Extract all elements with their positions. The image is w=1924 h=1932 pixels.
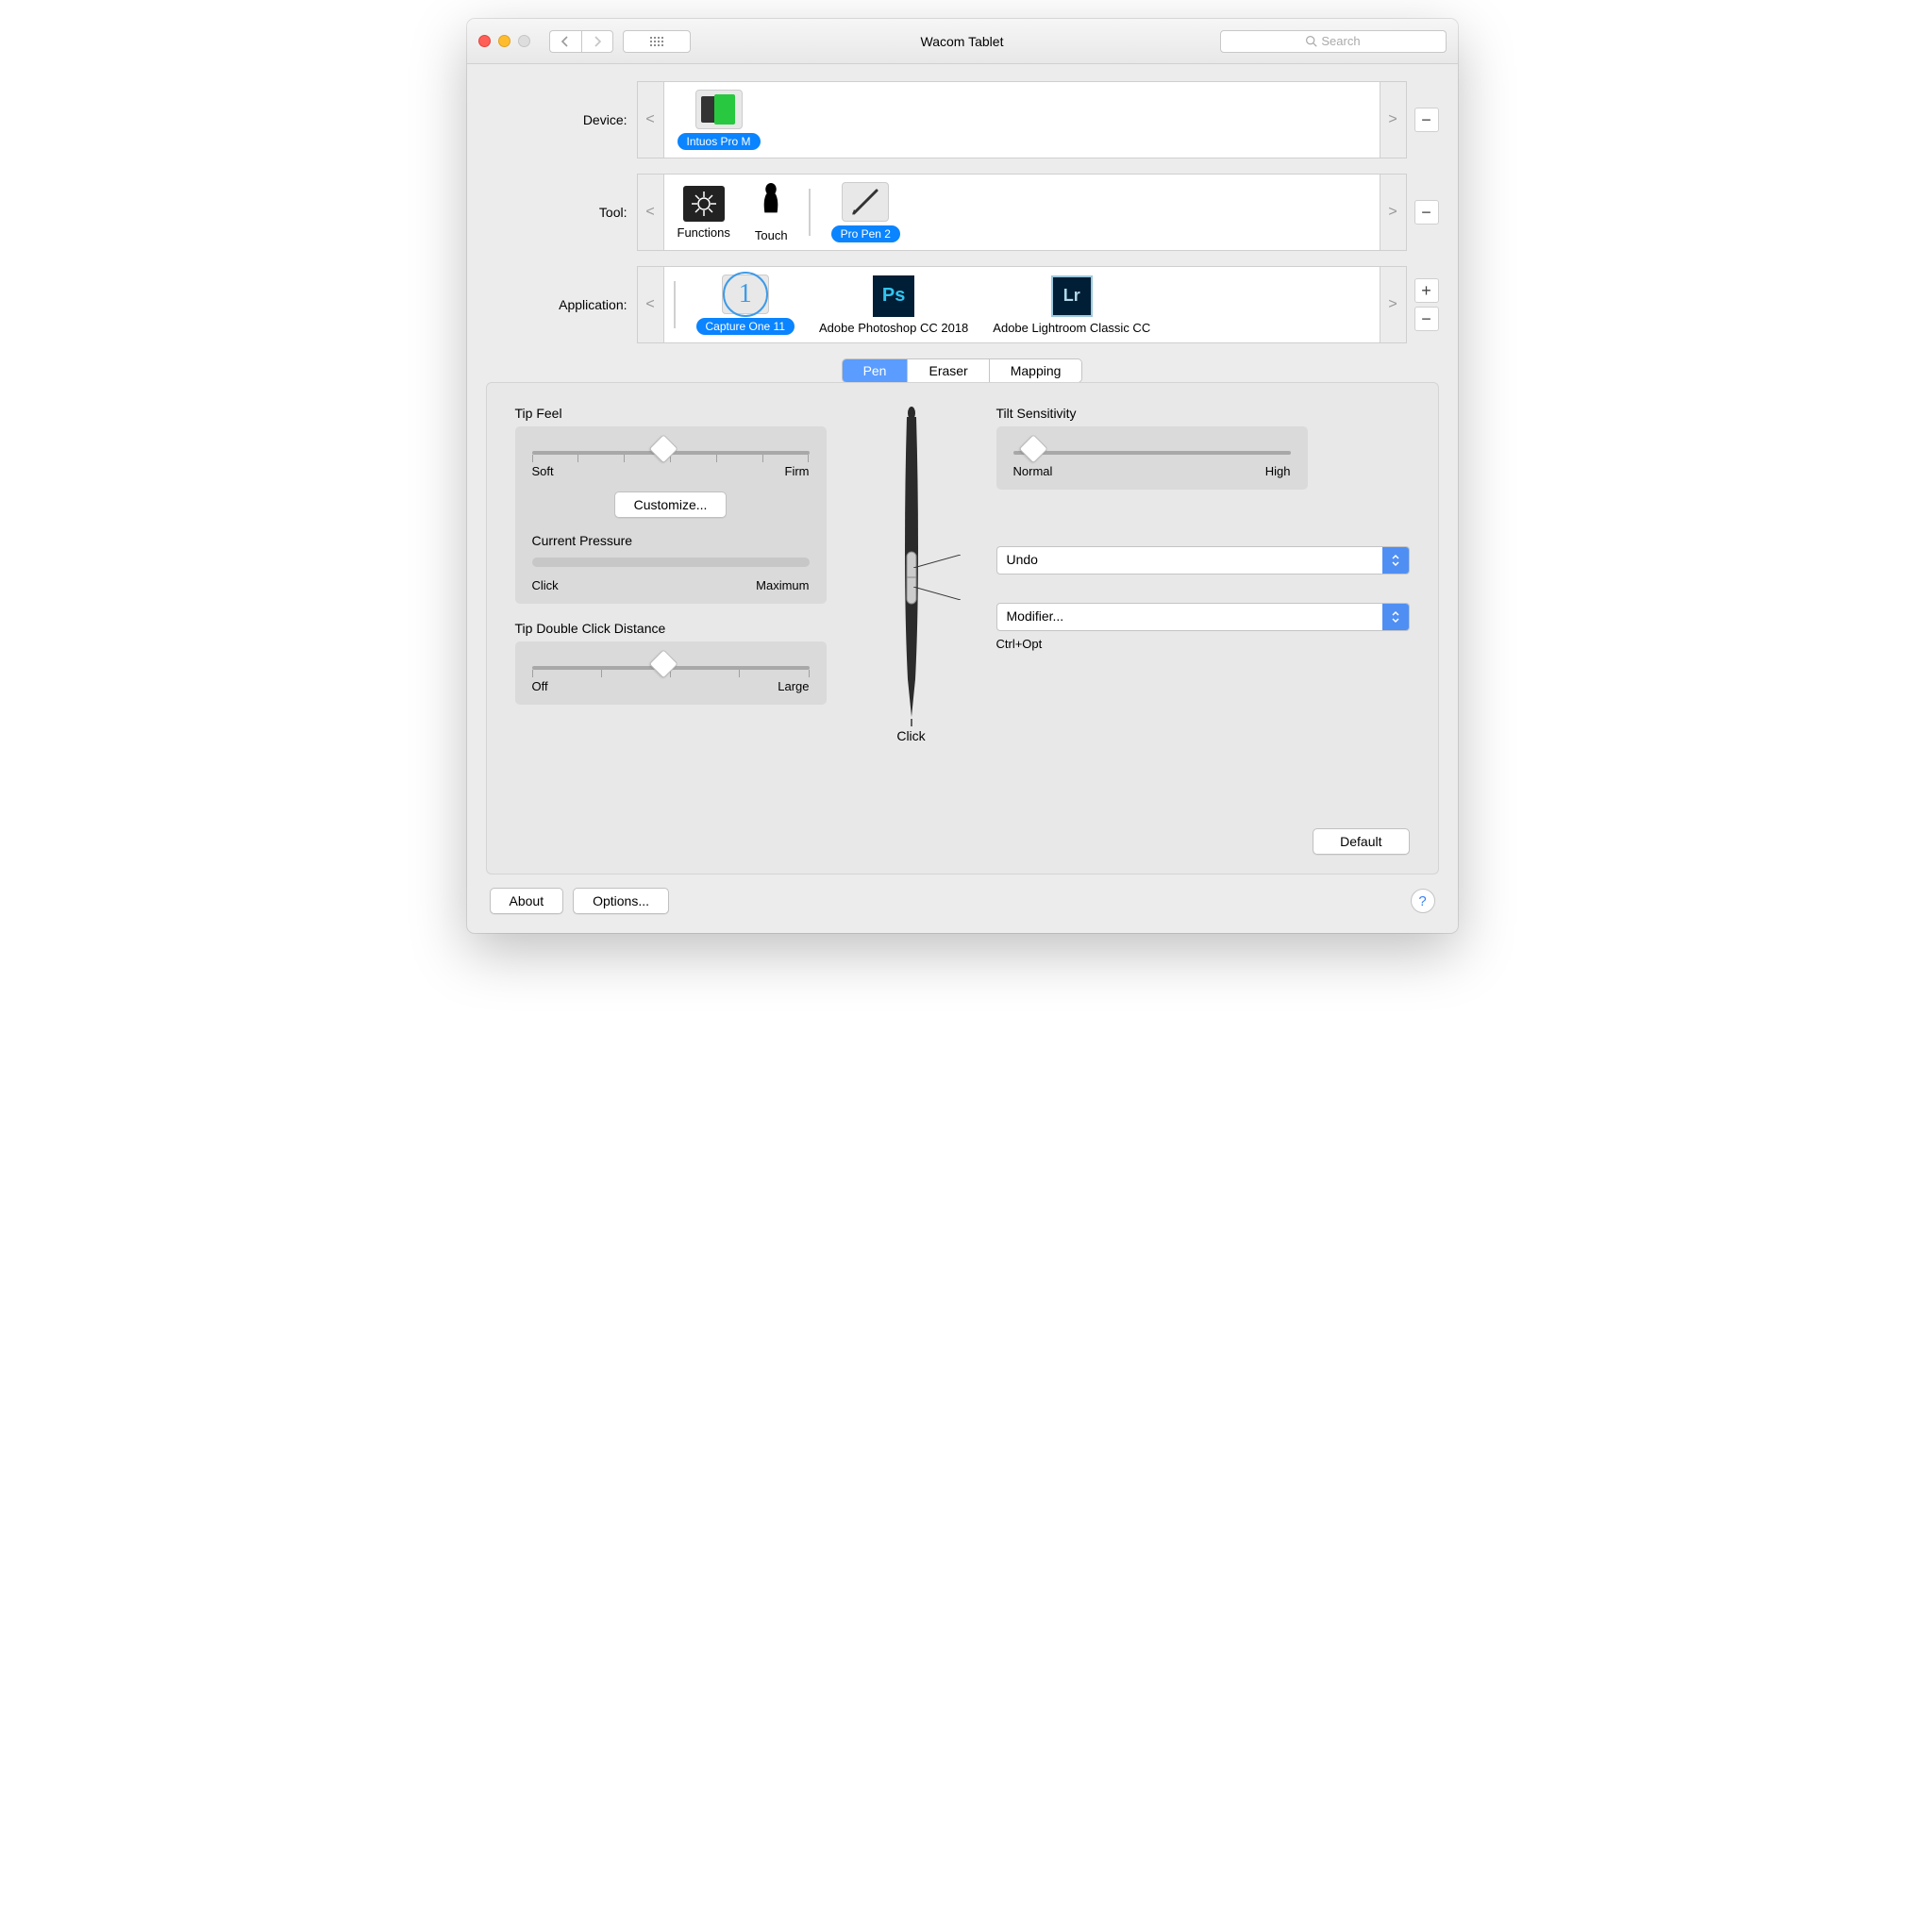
search-input[interactable]: Search (1220, 30, 1447, 53)
search-placeholder: Search (1321, 34, 1360, 48)
about-button[interactable]: About (490, 888, 564, 914)
pen-illustration: Click (855, 406, 968, 743)
app-item-label: Capture One 11 (696, 318, 795, 335)
tool-label: Tool: (486, 174, 637, 251)
lightroom-icon: Lr (1051, 275, 1093, 317)
help-button[interactable]: ? (1411, 889, 1435, 913)
show-all-button[interactable] (623, 30, 691, 53)
pressure-max-label: Maximum (756, 578, 809, 592)
device-remove-button[interactable]: − (1414, 108, 1439, 132)
pressure-click-label: Click (532, 578, 559, 592)
tool-item-label: Touch (755, 228, 788, 242)
chevron-right-icon (593, 36, 602, 47)
tool-item-label: Functions (678, 225, 730, 240)
zoom-icon[interactable] (518, 35, 530, 47)
device-intuos-icon (695, 90, 743, 129)
touch-icon (757, 182, 785, 225)
back-button[interactable] (549, 30, 581, 53)
tilt-title: Tilt Sensitivity (996, 406, 1410, 421)
tilt-normal-label: Normal (1013, 464, 1053, 478)
tip-feel-slider[interactable] (532, 451, 810, 455)
device-label: Device: (486, 81, 637, 158)
tilt-slider[interactable] (1013, 451, 1291, 455)
double-click-title: Tip Double Click Distance (515, 621, 827, 636)
captureone-icon: 1 (722, 275, 769, 314)
tip-feel-panel: Soft Firm Customize... Current Pressure … (515, 426, 827, 604)
options-button[interactable]: Options... (573, 888, 669, 914)
lead-line-upper (913, 555, 961, 568)
device-row: Device: < Intuos Pro M > − (486, 81, 1439, 158)
tool-list: Functions Touch Pro Pen 2 (663, 174, 1380, 251)
photoshop-icon: Ps (873, 275, 914, 317)
grid-icon (649, 36, 664, 47)
customize-button[interactable]: Customize... (614, 491, 728, 518)
upper-button-value: Undo (997, 547, 1382, 574)
application-row: Application: < 1 Capture One 11 Ps Adobe… (486, 266, 1439, 343)
preferences-window: Wacom Tablet Search Device: < Intuos Pro… (467, 19, 1458, 933)
device-list: Intuos Pro M (663, 81, 1380, 158)
tip-feel-title: Tip Feel (515, 406, 827, 421)
titlebar: Wacom Tablet Search (467, 19, 1458, 64)
default-button[interactable]: Default (1313, 828, 1409, 855)
tool-scroll-right[interactable]: > (1380, 174, 1407, 251)
pen-click-label: Click (896, 728, 925, 743)
device-scroll-right[interactable]: > (1380, 81, 1407, 158)
tool-item-touch[interactable]: Touch (751, 180, 792, 244)
minimize-icon[interactable] (498, 35, 510, 47)
current-pressure-title: Current Pressure (532, 533, 810, 548)
device-item[interactable]: Intuos Pro M (674, 88, 764, 152)
search-icon (1305, 35, 1317, 47)
app-scroll-left[interactable]: < (637, 266, 663, 343)
close-icon[interactable] (478, 35, 491, 47)
tool-row: Tool: < Functions Touch (486, 174, 1439, 251)
double-click-panel: Off Large (515, 641, 827, 705)
pen-tabs: Pen Eraser Mapping (486, 358, 1439, 383)
tip-feel-soft-label: Soft (532, 464, 554, 478)
forward-button[interactable] (581, 30, 613, 53)
app-item-photoshop[interactable]: Ps Adobe Photoshop CC 2018 (815, 274, 972, 337)
tool-item-label: Pro Pen 2 (831, 225, 900, 242)
device-scroll-left[interactable]: < (637, 81, 663, 158)
lead-line-lower (913, 587, 961, 600)
double-click-off-label: Off (532, 679, 548, 693)
tool-item-propen2[interactable]: Pro Pen 2 (828, 180, 904, 244)
double-click-slider[interactable] (532, 666, 810, 670)
tab-pen[interactable]: Pen (843, 359, 909, 382)
lower-button-select[interactable]: Modifier... (996, 603, 1410, 631)
pen-icon (842, 182, 889, 222)
app-scroll-right[interactable]: > (1380, 266, 1407, 343)
upper-button-select[interactable]: Undo (996, 546, 1410, 575)
divider (674, 281, 676, 328)
chevron-left-icon (560, 36, 570, 47)
pen-settings-panel: Tip Feel Soft Firm Customize... (486, 382, 1439, 874)
lower-button-sub: Ctrl+Opt (996, 637, 1410, 651)
tilt-high-label: High (1265, 464, 1291, 478)
device-item-label: Intuos Pro M (678, 133, 761, 150)
tab-mapping[interactable]: Mapping (990, 359, 1082, 382)
tool-remove-button[interactable]: − (1414, 200, 1439, 225)
app-remove-button[interactable]: − (1414, 307, 1439, 331)
double-click-large-label: Large (778, 679, 809, 693)
tip-feel-firm-label: Firm (785, 464, 810, 478)
app-add-button[interactable]: + (1414, 278, 1439, 303)
nav-buttons (549, 30, 613, 53)
divider (809, 189, 811, 236)
chevron-updown-icon (1382, 547, 1409, 574)
application-list: 1 Capture One 11 Ps Adobe Photoshop CC 2… (663, 266, 1380, 343)
app-item-captureone[interactable]: 1 Capture One 11 (693, 273, 799, 337)
app-item-lightroom[interactable]: Lr Adobe Lightroom Classic CC (989, 274, 1154, 337)
tilt-panel: Normal High (996, 426, 1308, 490)
tab-eraser[interactable]: Eraser (908, 359, 989, 382)
tool-item-functions[interactable]: Functions (674, 184, 734, 242)
pressure-bar (532, 558, 810, 567)
window-controls (478, 35, 530, 47)
lower-button-value: Modifier... (997, 604, 1382, 630)
chevron-updown-icon (1382, 604, 1409, 630)
app-item-label: Adobe Photoshop CC 2018 (819, 321, 968, 335)
functions-icon (683, 186, 725, 222)
application-label: Application: (486, 266, 637, 343)
tool-scroll-left[interactable]: < (637, 174, 663, 251)
app-item-label: Adobe Lightroom Classic CC (993, 321, 1150, 335)
